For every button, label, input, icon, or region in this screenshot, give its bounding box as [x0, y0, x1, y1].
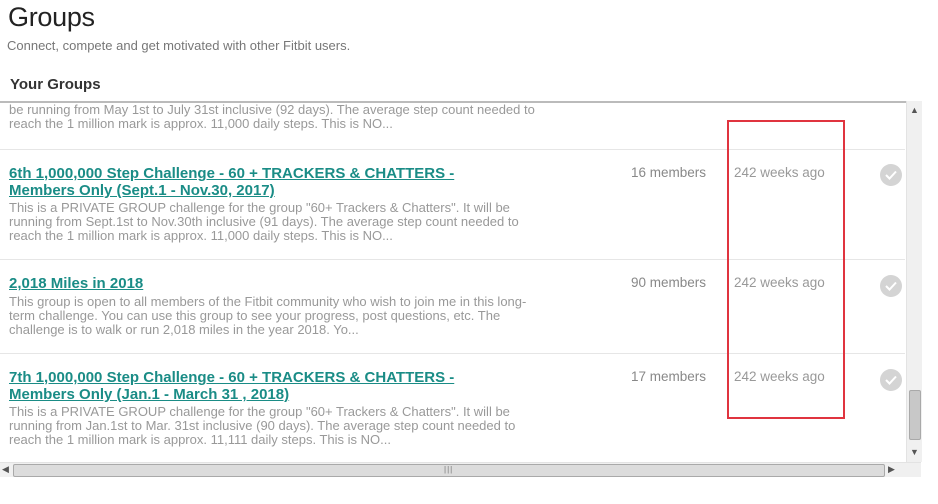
vertical-scroll-thumb[interactable]: [909, 390, 921, 440]
group-description: This group is open to all members of the…: [9, 295, 527, 337]
highlight-annotation-box: [727, 120, 845, 419]
page-title: Groups: [8, 2, 95, 32]
group-title-link[interactable]: 2,018 Miles in 2018: [9, 275, 514, 292]
check-circle-icon: [880, 369, 902, 391]
grip-icon: |||: [444, 465, 454, 474]
page-subtitle: Connect, compete and get motivated with …: [7, 38, 351, 53]
group-title-link[interactable]: 7th 1,000,000 Step Challenge - 60 + TRAC…: [9, 369, 514, 403]
vertical-scrollbar[interactable]: ▲ ▼: [906, 101, 922, 462]
horizontal-scrollbar[interactable]: ◀ ||| ▶: [0, 462, 921, 477]
group-description: This is a PRIVATE GROUP challenge for th…: [9, 405, 516, 447]
group-title-link[interactable]: 6th 1,000,000 Step Challenge - 60 + TRAC…: [9, 165, 514, 199]
group-member-count: 17 members: [631, 369, 707, 384]
arrow-left-icon[interactable]: ◀: [2, 464, 9, 475]
group-description: This is a PRIVATE GROUP challenge for th…: [9, 201, 519, 243]
horizontal-scroll-thumb[interactable]: |||: [13, 464, 885, 477]
arrow-down-icon[interactable]: ▼: [910, 448, 919, 457]
arrow-right-icon[interactable]: ▶: [888, 464, 895, 475]
arrow-up-icon[interactable]: ▲: [910, 106, 919, 115]
group-member-count: 90 members: [631, 275, 707, 290]
check-circle-icon: [880, 164, 902, 186]
group-member-count: 16 members: [631, 165, 707, 180]
your-groups-heading: Your Groups: [10, 76, 101, 93]
check-circle-icon: [880, 275, 902, 297]
group-description: be running from May 1st to July 31st inc…: [9, 103, 535, 131]
